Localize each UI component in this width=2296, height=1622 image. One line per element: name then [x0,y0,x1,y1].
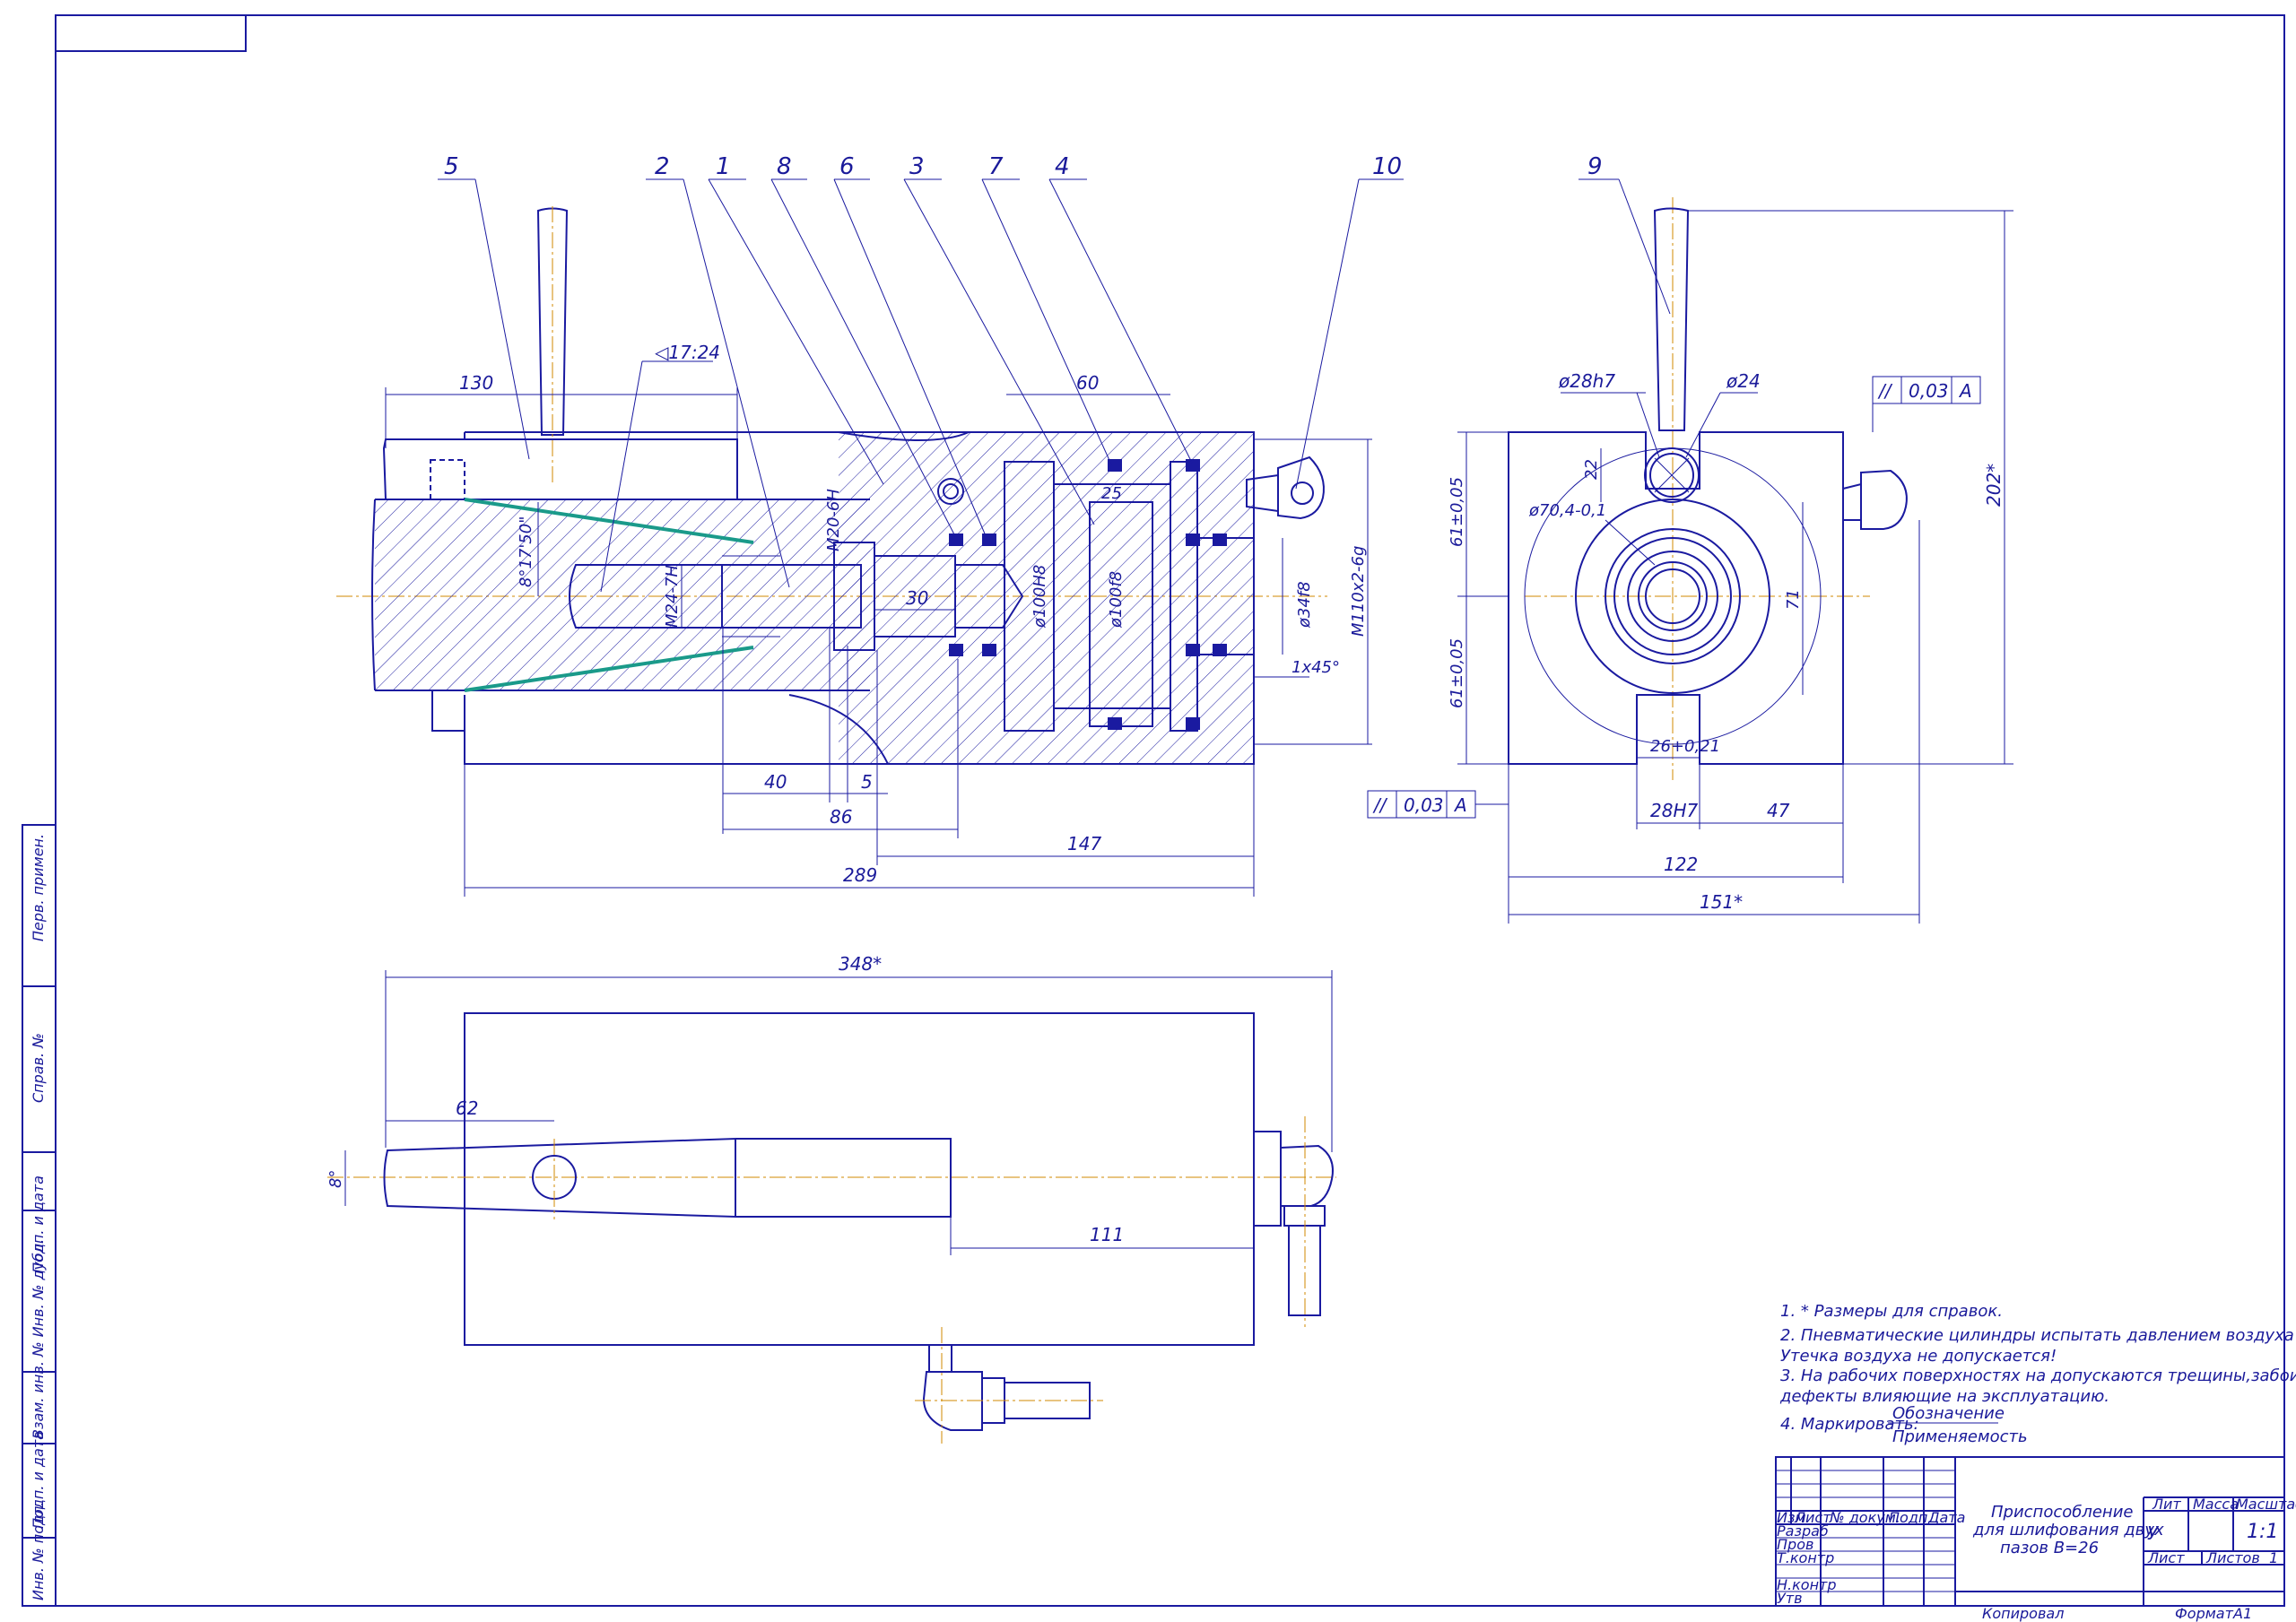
tol-left-sym: // [1372,794,1388,816]
dim-8deg: 8° [326,1170,345,1188]
callout-2: 2 [655,153,670,180]
dim-62: 62 [456,1097,478,1119]
side-dims: ø28h7 ø24 22 ø70,4-0,1 61±0,05 61±0,05 7… [1448,210,2013,924]
dim-taper: ◁17:24 [654,342,720,363]
callout-10: 10 [1372,153,1402,180]
dim-30: 30 [906,587,928,609]
tol-left-val: 0,03 [1404,794,1444,816]
marking-bottom: Применяемость [1892,1427,2028,1446]
dim-28h7: ø28h7 [1558,370,1615,392]
technical-notes: 1. * Размеры для справок. 2. Пневматичес… [1779,1302,2296,1446]
dim-100f8: ø100f8 [1107,571,1126,629]
tb-title-2: для шлифования двух [1972,1521,2164,1540]
dim-100H8: ø100H8 [1031,565,1049,629]
dim-angle: 8°17'50" [517,516,535,588]
tb-utv: Утв [1777,1590,1803,1607]
side-stamp: Перв. примен. Справ. № Подп. и дата Взам… [22,824,57,1607]
dim-71: 71 [1784,589,1803,610]
marking-top: Обозначение [1892,1404,2005,1423]
dim-289: 289 [843,864,877,886]
dim-chamfer: 1x45° [1292,658,1340,677]
main-section-view: 130 ◁17:24 60 25 M20-6H M24-7H 30 ø100H8… [336,153,1404,897]
callout-1: 1 [716,153,731,180]
stamp-vzam: Взам. инв. № Инв. № дубл. [30,1239,47,1439]
dim-22: 22 [1582,459,1601,480]
stamp-perv: Перв. примен. [30,834,47,941]
dim-28H7: 28H7 [1650,800,1698,821]
dim-m24: M24-7H [663,565,682,628]
callout-3: 3 [909,153,925,180]
note-3: 3. На рабочих поверхностях на допускаютс… [1780,1366,2296,1385]
tb-h-date: Дата [1927,1509,1965,1526]
callout-5: 5 [444,153,459,180]
note-2b: Утечка воздуха не допускается! [1780,1347,2057,1366]
tb-lit: Лит [2152,1496,2181,1513]
dim-m110: M110x2-6g [1349,546,1368,637]
dim-26: 26+0,21 [1650,737,1720,756]
dim-47: 47 [1767,800,1790,821]
drawing-sheet: Перв. примен. Справ. № Подп. и дата Взам… [22,14,2296,1622]
dim-348: 348* [839,953,882,975]
dim-25: 25 [1101,484,1122,503]
tb-masshtab: Масштаб [2236,1496,2296,1513]
dim-61b: 61±0,05 [1448,638,1466,708]
dim-147: 147 [1067,833,1101,854]
dim-202: 202* [1983,464,2005,507]
tb-title-3: пазов B=26 [2000,1539,2099,1557]
dim-86: 86 [830,806,852,828]
dim-70: ø70,4-0,1 [1528,501,1606,520]
callout-7: 7 [988,153,1004,180]
tol-top-val: 0,03 [1909,380,1949,402]
tb-lit-val: У [2147,1522,2160,1544]
tolerance-frame-left: // 0,03 A [1367,790,1509,819]
stamp-inv: Инв. № подл. [30,1502,47,1600]
callout-4: 4 [1055,153,1070,180]
side-view: ø28h7 ø24 22 ø70,4-0,1 61±0,05 61±0,05 7… [1367,153,2013,924]
dim-111: 111 [1090,1224,1124,1245]
dim-5: 5 [861,771,873,793]
dim-60: 60 [1076,372,1099,394]
callout-8: 8 [777,153,792,180]
tb-scale-val: 1:1 [2247,1521,2278,1543]
dim-24: ø24 [1726,370,1761,392]
stamp-sprav: Справ. № [30,1033,47,1103]
dim-34f8: ø34f8 [1295,581,1314,629]
title-block: Изм Лист № докум. Подп Дата Разраб Пров … [1775,1456,2296,1622]
tb-sheets: Листов [2205,1549,2260,1566]
tb-sheets-val: 1 [2269,1549,2278,1566]
tb-format-val: А1 [2232,1605,2252,1622]
tb-h-podp: Подп [1889,1509,1927,1526]
tol-top-base: A [1958,380,1972,402]
tb-tkontr: Т.контр [1777,1549,1834,1566]
tb-sheet: Лист [2147,1549,2185,1566]
tb-title-1: Приспособление [1991,1503,2133,1522]
dim-61a: 61±0,05 [1448,477,1466,547]
note-2: 2. Пневматические цилиндры испытать давл… [1780,1326,2296,1345]
tb-format: Формат [2175,1605,2234,1622]
callout-9: 9 [1587,153,1603,180]
note-3b: дефекты влияющие на эксплуатацию. [1779,1387,2109,1406]
tol-top-sym: // [1877,380,1893,402]
tolerance-frame-top: // 0,03 A [1872,376,1981,432]
top-dims: 348* 62 8° 111 [326,953,1333,1255]
note-1: 1. * Размеры для справок. [1780,1302,2003,1321]
tol-left-base: A [1453,794,1467,816]
dim-m20: M20-6H [824,489,843,551]
dim-151: 151* [1700,891,1743,913]
callout-6: 6 [839,153,855,180]
dim-122: 122 [1664,854,1698,875]
tb-kopiroval: Копировал [1982,1605,2064,1622]
top-view: 348* 62 8° 111 [326,953,1336,1444]
tb-massa: Масса [2193,1496,2239,1513]
dim-130: 130 [459,372,493,394]
dim-40: 40 [764,771,787,793]
